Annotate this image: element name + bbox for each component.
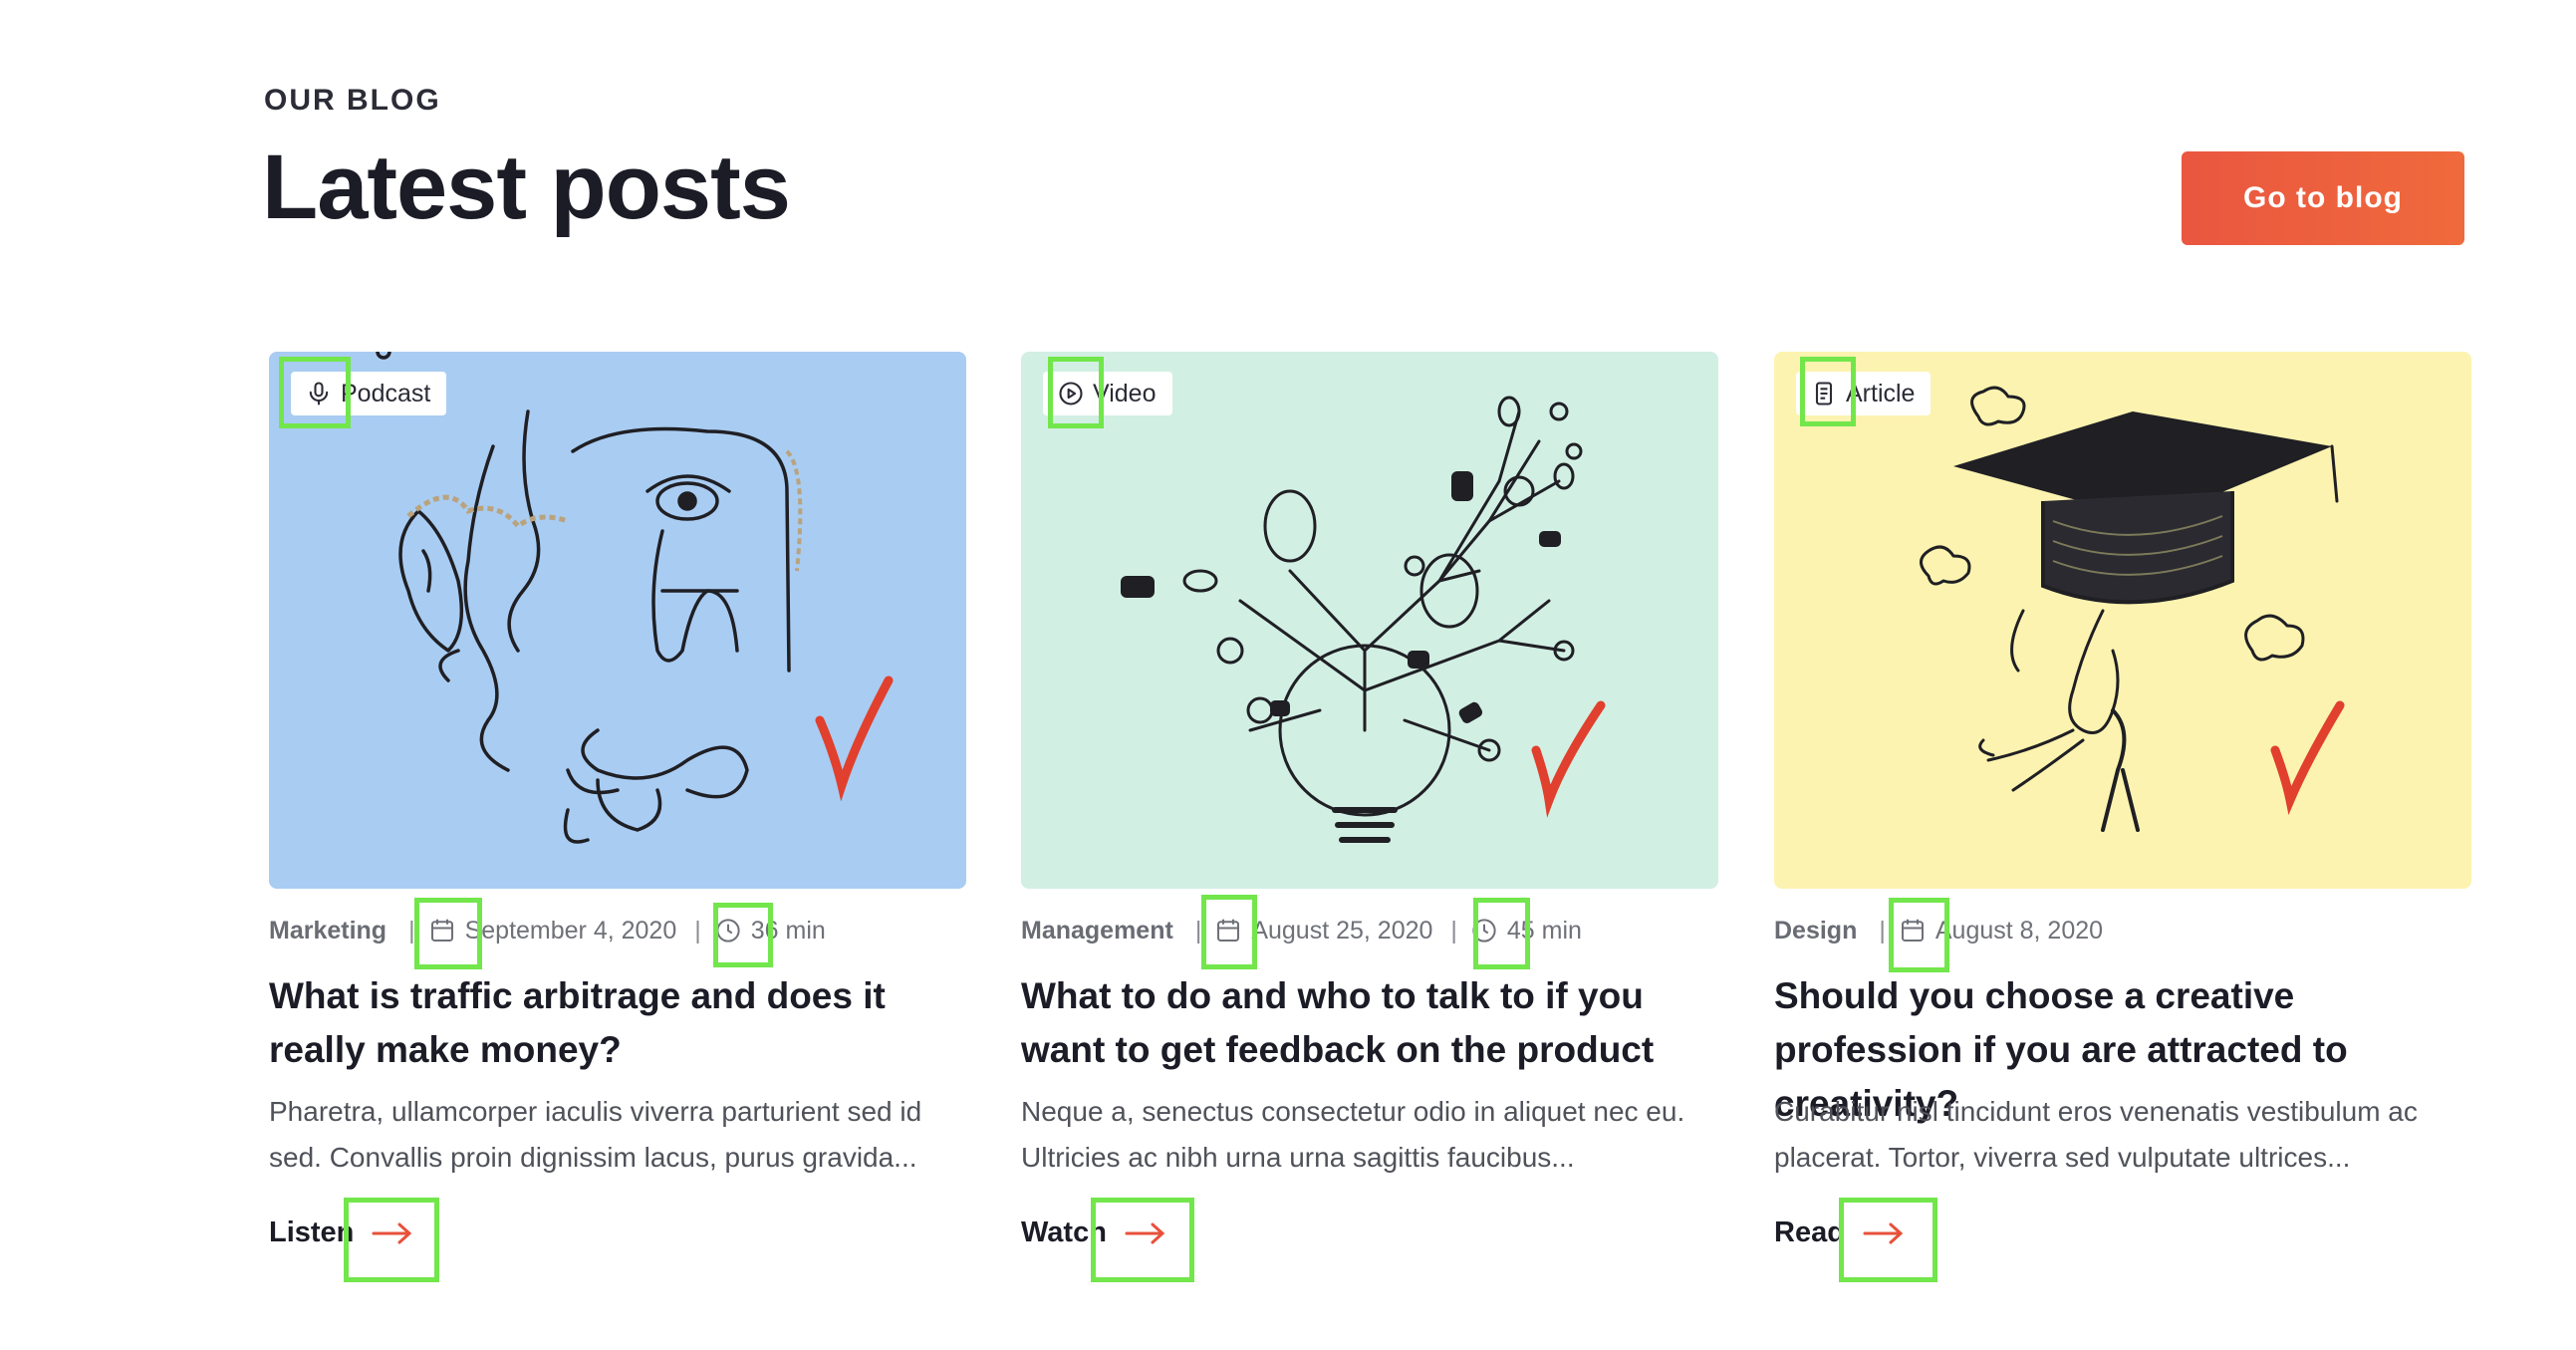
post-category: Marketing: [269, 916, 387, 945]
highlight-box: [344, 1198, 439, 1282]
meta-separator: |: [1450, 916, 1457, 945]
post-image[interactable]: Video: [1021, 352, 1718, 889]
highlight-box: [414, 898, 482, 969]
graduation-cap-illustration: [1920, 386, 2345, 832]
post-image[interactable]: Article: [1774, 352, 2471, 889]
post-excerpt: Curabitur nisl tincidunt eros venenatis …: [1774, 1096, 2418, 1173]
post-excerpt: Pharetra, ullamcorper iaculis viverra pa…: [269, 1096, 922, 1173]
post-card[interactable]: Article Design | August 8, 2020 Should y…: [1774, 352, 2471, 1248]
highlight-box: [1800, 357, 1856, 426]
section-eyebrow: OUR BLOG: [264, 84, 441, 117]
highlight-box: [1048, 357, 1104, 428]
highlight-box: [1091, 1198, 1194, 1282]
meta-separator: |: [694, 916, 701, 945]
page-title: Latest posts: [262, 136, 791, 238]
post-type-label: Article: [1846, 379, 1916, 407]
post-date: August 8, 2020: [1934, 916, 2104, 945]
post-meta: Management | August 25, 2020 | 45 min: [1021, 908, 1718, 953]
highlight-box: [713, 903, 773, 967]
post-image[interactable]: Podcast: [269, 352, 966, 889]
post-date: September 4, 2020: [464, 916, 677, 945]
post-title[interactable]: What is traffic arbitrage and does it re…: [269, 969, 976, 1077]
meta-separator: |: [1879, 916, 1886, 945]
post-meta: Design | August 8, 2020: [1774, 908, 2471, 953]
post-title[interactable]: What to do and who to talk to if you wan…: [1021, 969, 1728, 1077]
post-card[interactable]: Video Management | August 25, 2020 | 45 …: [1021, 352, 1718, 1248]
post-meta: Marketing | September 4, 2020 | 36 min: [269, 908, 966, 953]
highlight-box: [1889, 898, 1949, 972]
post-category: Design: [1774, 916, 1858, 945]
line-art-faces-illustration: [376, 352, 894, 844]
highlight-box: [1839, 1198, 1937, 1282]
post-type-label: Podcast: [341, 379, 431, 407]
highlight-box: [1473, 898, 1530, 969]
action-label: Read: [1774, 1216, 1845, 1248]
action-label: Listen: [269, 1216, 355, 1248]
post-category: Management: [1021, 916, 1173, 945]
highlight-box: [1201, 895, 1257, 969]
go-to-blog-button[interactable]: Go to blog: [2182, 151, 2464, 245]
post-card[interactable]: Podcast Marketing | September 4, 2020 | …: [269, 352, 966, 1248]
lightbulb-tree-illustration: [1121, 396, 1606, 843]
highlight-box: [279, 357, 351, 428]
post-excerpt: Neque a, senectus consectetur odio in al…: [1021, 1096, 1685, 1173]
post-date: August 25, 2020: [1251, 916, 1433, 945]
